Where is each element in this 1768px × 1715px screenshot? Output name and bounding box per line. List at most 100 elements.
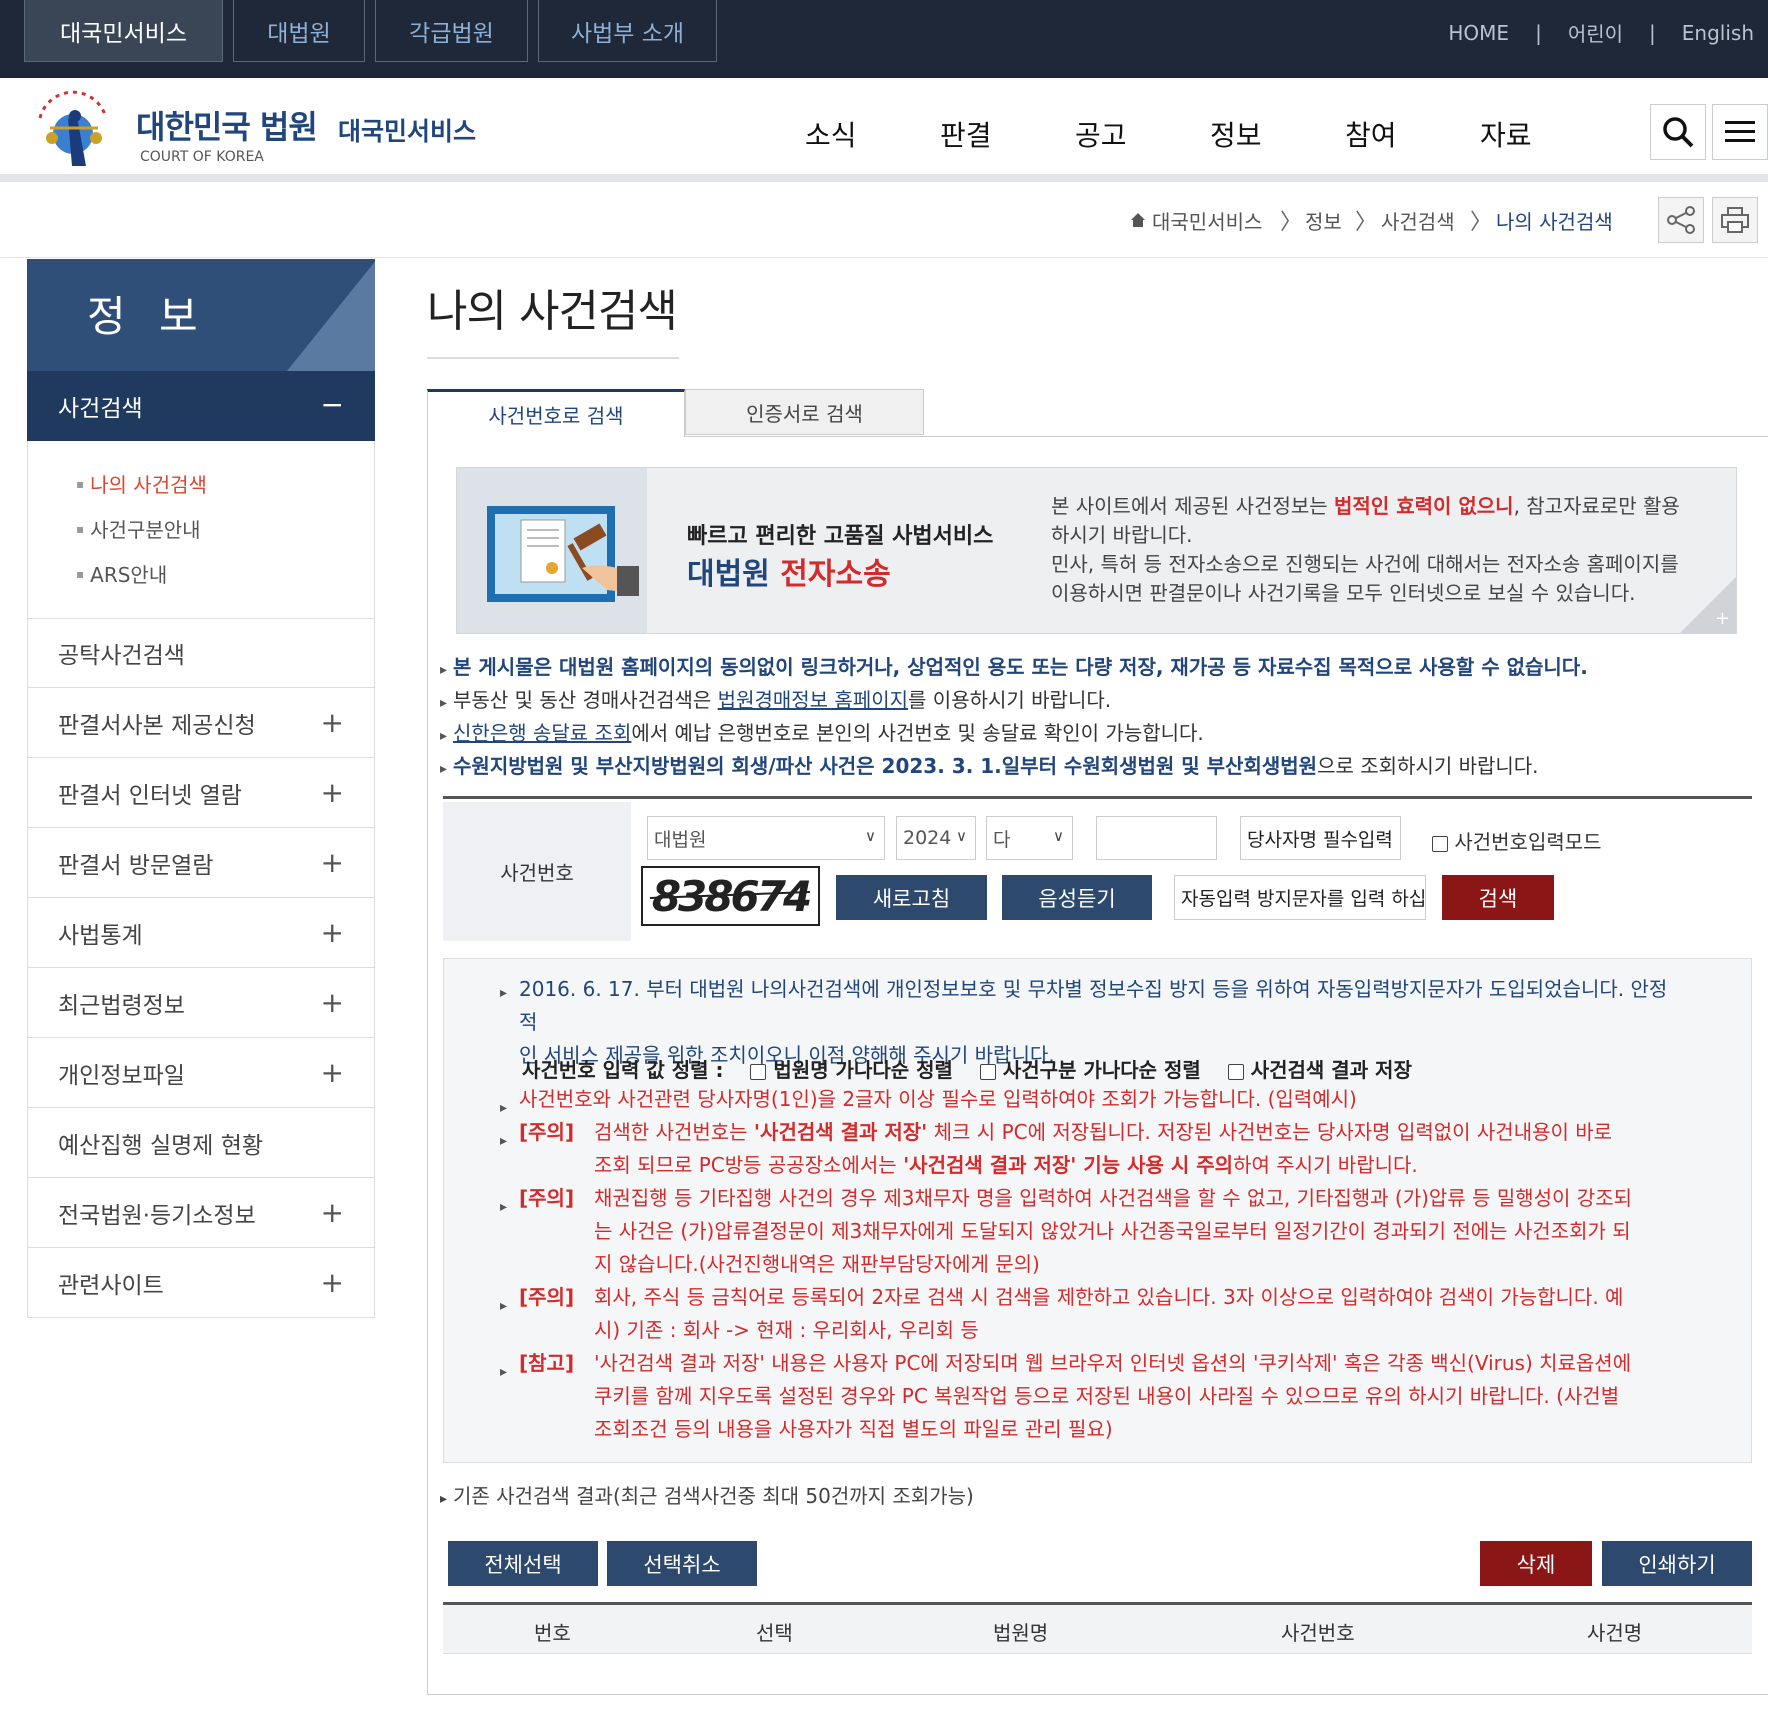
deselect-button[interactable]: 선택취소: [607, 1541, 757, 1586]
nav-judgment[interactable]: 판결: [940, 114, 992, 154]
caution-tag: [주의]: [519, 1285, 575, 1309]
bullet-icon: ▸: [440, 761, 448, 777]
logo-title[interactable]: 대한민국 법원: [136, 102, 318, 148]
refresh-captcha-button[interactable]: 새로고침: [836, 875, 987, 920]
toptab-public-service[interactable]: 대국민서비스: [24, 0, 223, 62]
kids-link[interactable]: 어린이: [1568, 18, 1623, 47]
auction-site-link[interactable]: 법원경매정보 홈페이지: [718, 688, 908, 712]
notice-text: 에서 예납 은행번호로 본인의 사건번호 및 송달료 확인이 가능합니다.: [631, 721, 1204, 745]
checkbox[interactable]: [1432, 835, 1448, 852]
caution-tag: [주의]: [519, 1186, 575, 1210]
ecourt-banner[interactable]: 빠르고 편리한 고품질 사법서비스 대법원 전자소송 본 사이트에서 제공된 사…: [456, 467, 1737, 634]
case-type-select[interactable]: 다 ∨: [986, 816, 1073, 860]
expand-icon: +: [320, 1196, 344, 1229]
breadcrumb-item[interactable]: 대국민서비스: [1152, 206, 1262, 235]
sidebar-item-related-sites[interactable]: 관련사이트 +: [27, 1248, 375, 1318]
sidebar-item-recent-laws[interactable]: 최근법령정보 +: [27, 968, 375, 1038]
sidebar-item-judgment-visit[interactable]: 판결서 방문열람 +: [27, 828, 375, 898]
sort-type-label: 사건구분 가나다순 정렬: [1002, 1058, 1201, 1082]
sidebar-item-court-registry[interactable]: 전국법원·등기소정보 +: [27, 1178, 375, 1248]
caution-text-part: 회 되므로 PC방등 공공장소에서는: [612, 1153, 904, 1177]
bullet-icon: ▸: [500, 1364, 508, 1380]
search-label: 사건번호: [443, 802, 631, 941]
gavel-illustration: [457, 468, 647, 633]
nav-news[interactable]: 소식: [805, 114, 857, 154]
plus-icon[interactable]: +: [1715, 608, 1730, 629]
sidebar-item-case-search[interactable]: 사건검색 −: [27, 371, 375, 441]
caution-text: 회사, 주식 등 금칙어로 등록되어 2자로 검색 시 검색을 제한하고 있습니…: [594, 1285, 1624, 1342]
listen-captcha-button[interactable]: 음성듣기: [1002, 875, 1152, 920]
breadcrumb-item[interactable]: 사건검색: [1381, 206, 1455, 235]
sidebar-item-deposit-search[interactable]: 공탁사건검색: [27, 618, 375, 688]
column-header: 법원명: [993, 1621, 1049, 1645]
search-submit-button[interactable]: 검색: [1442, 875, 1554, 920]
column-header: 사건번호: [1281, 1621, 1355, 1645]
sidebar-item-budget[interactable]: 예산집행 실명제 현황: [27, 1108, 375, 1178]
nav-resources[interactable]: 자료: [1480, 114, 1532, 154]
sidebar-item-label: 개인정보파일: [58, 1062, 185, 1089]
tab-case-number-search[interactable]: 사건번호로 검색: [427, 389, 685, 437]
sidebar-item-judicial-stats[interactable]: 사법통계 +: [27, 898, 375, 968]
sidebar-item-judgment-online[interactable]: 판결서 인터넷 열람 +: [27, 758, 375, 828]
results-note: ▸ 기존 사건검색 결과(최근 검색사건중 최대 50건까지 조회가능): [440, 1480, 974, 1509]
print-button[interactable]: 인쇄하기: [1602, 1541, 1752, 1586]
select-all-button[interactable]: 전체선택: [448, 1541, 598, 1586]
print-page-button[interactable]: [1712, 197, 1758, 243]
toptab-supreme-court[interactable]: 대법원: [233, 0, 365, 62]
column-header: 사건명: [1587, 1621, 1643, 1645]
tab-certificate-search[interactable]: 인증서로 검색: [685, 389, 924, 435]
submenu-my-case-search[interactable]: ▪ 나의 사건검색: [76, 461, 374, 506]
notice-text: 부동산 및 동산 경매사건검색은: [453, 688, 718, 712]
checkbox[interactable]: [750, 1063, 767, 1080]
print-icon: [1721, 207, 1749, 233]
english-link[interactable]: English: [1682, 21, 1754, 45]
case-type-select-value: 다: [993, 828, 1011, 851]
captcha-input[interactable]: 자동입력 방지문자를 입력 하십: [1174, 875, 1426, 920]
sidebar-item-label: 판결서사본 제공신청: [58, 712, 256, 739]
checkbox-label: 사건번호입력모드: [1454, 830, 1602, 854]
checkbox[interactable]: [1227, 1063, 1244, 1080]
toptab-judiciary-intro[interactable]: 사법부 소개: [538, 0, 717, 62]
banner-title-highlight: 전자소송: [780, 557, 891, 592]
results-note-text: 기존 사건검색 결과(최근 검색사건중 최대 50건까지 조회가능): [453, 1484, 974, 1508]
share-button[interactable]: [1658, 197, 1704, 243]
column-header: 선택: [756, 1621, 793, 1645]
submenu-ars-guide[interactable]: ▪ ARS안내: [76, 551, 374, 596]
submenu-case-type-guide[interactable]: ▪ 사건구분안내: [76, 506, 374, 551]
year-select[interactable]: 2024 ∨: [896, 816, 976, 860]
court-select[interactable]: 대법원 ∨: [647, 816, 885, 860]
sidebar-item-judgment-copy[interactable]: 판결서사본 제공신청 +: [27, 688, 375, 758]
toptab-courts[interactable]: 각급법원: [375, 0, 528, 62]
menu-button[interactable]: [1712, 104, 1768, 160]
sidebar-item-label: 예산집행 실명제 현황: [58, 1132, 264, 1159]
nav-participate[interactable]: 참여: [1345, 114, 1397, 154]
note-cookie: [참고] '사건검색 결과 저장' 내용은 사용자 PC에 저장되며 웹 브라우…: [519, 1347, 1699, 1446]
breadcrumb-item[interactable]: 정보: [1305, 206, 1342, 235]
checkbox[interactable]: [979, 1063, 996, 1080]
sidebar-submenu: ▪ 나의 사건검색 ▪ 사건구분안내 ▪ ARS안내: [27, 441, 375, 618]
banner-description: 본 사이트에서 제공된 사건정보는 법적인 효력이 없으니, 참고자료로만 활용…: [1051, 492, 1691, 608]
top-bar: 대국민서비스 대법원 각급법원 사법부 소개 HOME | 어린이 | Engl…: [0, 0, 1768, 78]
breadcrumb: 대국민서비스 〉 정보 〉 사건검색 〉 나의 사건검색: [0, 190, 1768, 258]
search-icon: [1663, 117, 1694, 148]
nav-info[interactable]: 정보: [1210, 114, 1262, 154]
bullet-icon: ▪: [76, 521, 85, 536]
logo-service-name[interactable]: 대국민서비스: [338, 112, 476, 148]
caution-tag: [주의]: [519, 1120, 575, 1144]
nav-notice[interactable]: 공고: [1075, 114, 1127, 154]
court-emblem-logo[interactable]: [28, 88, 118, 168]
home-link[interactable]: HOME: [1448, 21, 1509, 45]
delete-button[interactable]: 삭제: [1480, 1541, 1592, 1586]
party-name-input[interactable]: 당사자명 필수입력: [1240, 816, 1401, 860]
search-button[interactable]: [1650, 104, 1706, 160]
top-links: HOME | 어린이 | English: [1448, 18, 1754, 47]
year-select-value: 2024: [903, 827, 952, 849]
case-number-input[interactable]: [1096, 816, 1217, 860]
sidebar-item-label: 사법통계: [58, 922, 143, 949]
shinhan-fee-link[interactable]: 신한은행 송달료 조회: [453, 721, 631, 745]
input-requirement: 사건번호와 사건관련 당사자명(1인)을 2글자 이상 필수로 입력하여야 조회…: [519, 1087, 1357, 1111]
input-mode-toggle[interactable]: 사건번호입력모드: [1432, 826, 1602, 855]
sidebar-item-privacy-files[interactable]: 개인정보파일 +: [27, 1038, 375, 1108]
notice-auction: ▸ 부동산 및 동산 경매사건검색은 법원경매정보 홈페이지를 이용하시기 바랍니…: [440, 684, 1111, 713]
sidebar-item-label: 공탁사건검색: [58, 643, 185, 669]
